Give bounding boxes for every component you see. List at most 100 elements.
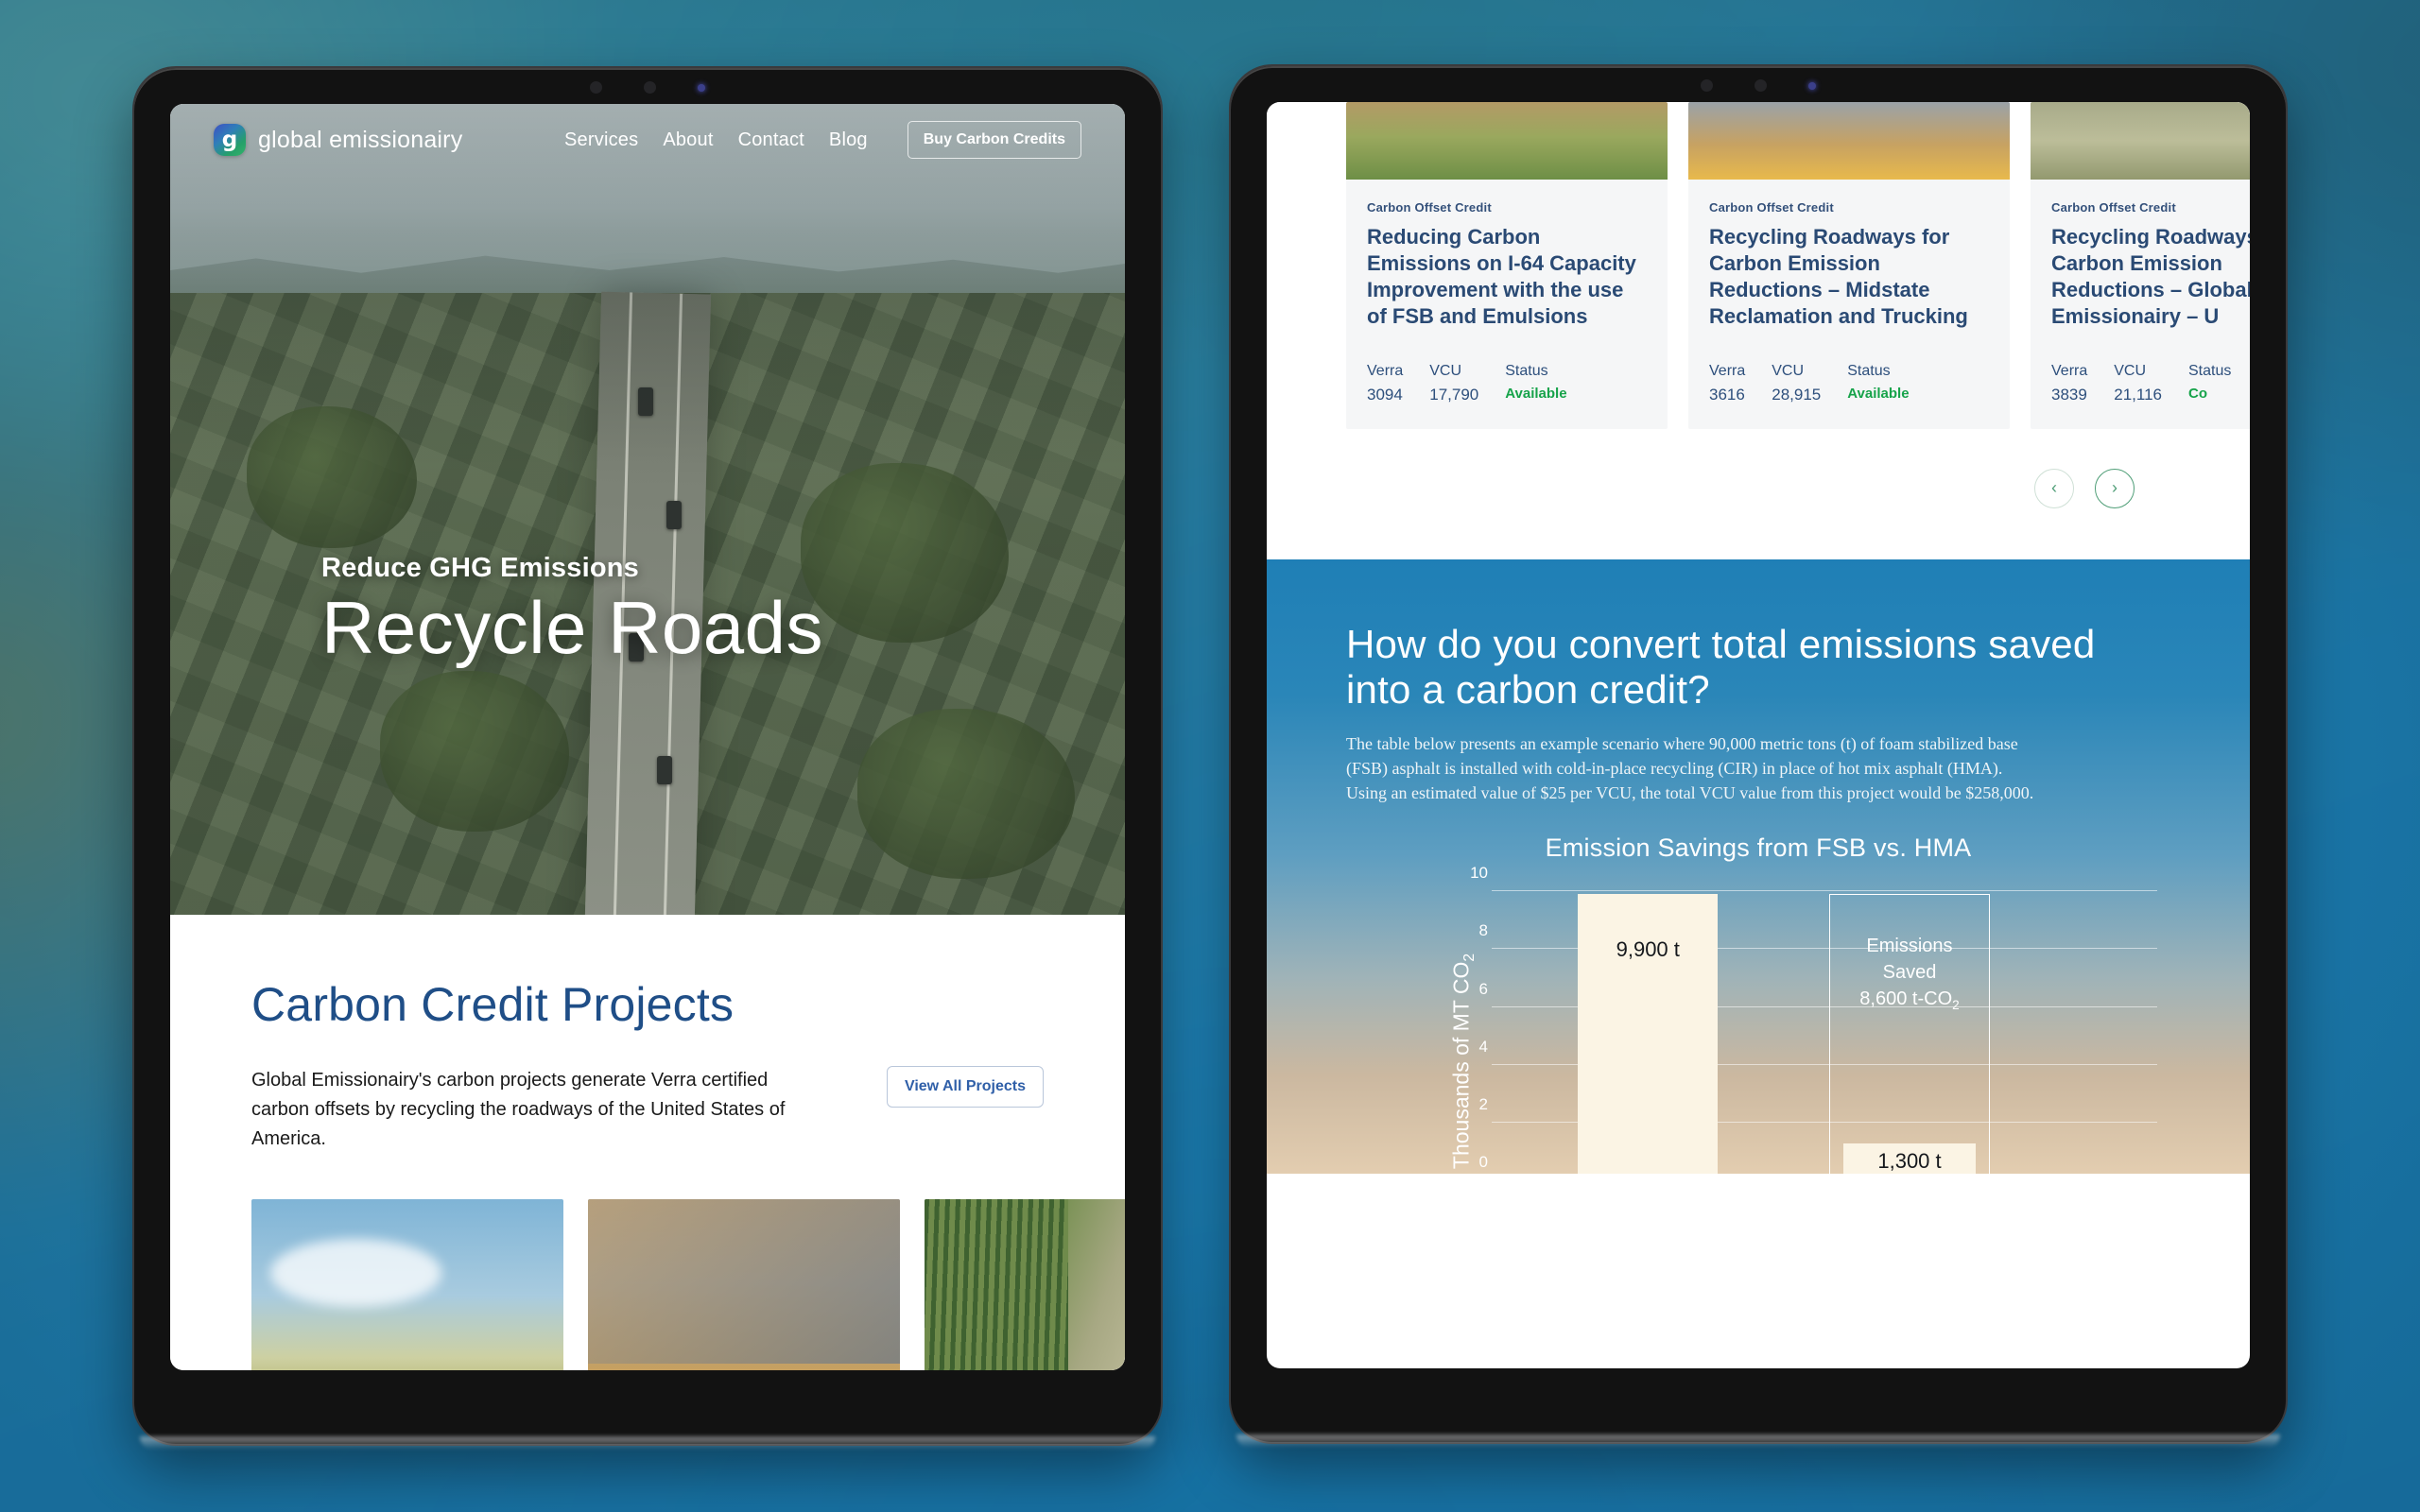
site-navbar: g global emissionairy Services About Con… — [170, 104, 1125, 176]
meta-label: Status — [1505, 362, 1548, 379]
project-card-body: Carbon Offset Credit Recycling Roadways … — [1688, 180, 2010, 429]
status-badge: Available — [1505, 385, 1567, 402]
status-led — [698, 83, 705, 92]
hero-section: g global emissionairy Services About Con… — [170, 104, 1125, 915]
project-card-title: Reducing Carbon Emissions on I-64 Capaci… — [1367, 225, 1636, 329]
emission-savings-chart: Emission Savings from FSB vs. HMA Thousa… — [1346, 833, 2170, 1174]
project-card-title: Recycling Roadways for Carbon Emission R… — [1709, 225, 1968, 329]
project-card-strip: Carbon Offset Credit Reducing Carbon Emi… — [1267, 102, 2250, 429]
chart-annotation-emissions-saved: Emissions Saved 8,600 t-CO2 — [1830, 933, 1989, 1014]
meta-label: Verra — [1367, 362, 1404, 379]
carousel-prev-icon[interactable]: ‹ — [2034, 468, 2074, 508]
project-card-meta: Verra 3094 VCU 17,790 Status Available — [1367, 363, 1647, 404]
page-title: Carbon Credit Projects — [251, 978, 735, 1031]
meta-vcu: VCU 21,116 — [2114, 363, 2162, 404]
chart-y-tick: 0 — [1478, 1153, 1488, 1172]
project-card-image — [1346, 102, 1668, 180]
bezel-sensors-left — [590, 81, 705, 94]
nav-item-contact[interactable]: Contact — [738, 129, 804, 151]
chart-gridline — [1492, 890, 2157, 892]
project-card-meta: Verra 3616 VCU 28,915 Status Available — [1709, 363, 1989, 404]
tablet-device-right: Carbon Offset Credit Reducing Carbon Emi… — [1229, 64, 2288, 1444]
meta-value: 3616 — [1709, 385, 1745, 404]
project-thumbnail[interactable] — [588, 1199, 900, 1370]
carbon-credit-projects-section: Carbon Credit Projects Global Emissionai… — [170, 915, 1125, 1370]
logo-icon: g — [214, 124, 246, 156]
annotation-line-3: 8,600 t-CO2 — [1859, 988, 1960, 1013]
meta-value: 3094 — [1367, 385, 1403, 404]
project-thumbnail[interactable] — [925, 1199, 1125, 1370]
chart-bar-value-hma: 9,900 t — [1616, 937, 1680, 962]
hero-overlay — [170, 104, 1125, 915]
project-card-kicker: Carbon Offset Credit — [1367, 200, 1492, 215]
chart-y-tick: 4 — [1478, 1037, 1488, 1056]
carousel-next-icon[interactable]: › — [2095, 468, 2135, 508]
project-card-body: Carbon Offset Credit Recycling Roadways … — [2031, 180, 2250, 429]
meta-status: Status Co — [2188, 363, 2231, 404]
annotation-line-2: Saved — [1882, 962, 1937, 984]
projects-description: Global Emissionairy's carbon projects ge… — [251, 1070, 786, 1149]
chart-bar-fsb: 1,300 t — [1842, 1143, 1977, 1174]
project-card-kicker: Carbon Offset Credit — [2051, 200, 2176, 215]
meta-status: Status Available — [1847, 363, 1909, 404]
meta-label: VCU — [1429, 362, 1462, 379]
view-all-projects-button[interactable]: View All Projects — [886, 1066, 1044, 1108]
tablet-screen-left: g global emissionairy Services About Con… — [170, 104, 1125, 1370]
brand-name: global emissionairy — [258, 126, 463, 153]
nav-links: Services About Contact Blog Buy Carbon C… — [564, 121, 1081, 159]
panel-title: How do you convert total emissions saved… — [1346, 621, 2096, 713]
project-thumbnail-row — [170, 1154, 1125, 1370]
carousel-nav: ‹ › — [1267, 429, 2250, 559]
nav-item-blog[interactable]: Blog — [829, 129, 868, 151]
meta-vcu: VCU 17,790 — [1429, 363, 1478, 404]
meta-verra: Verra 3616 — [1709, 363, 1745, 404]
projects-intro-row: Global Emissionairy's carbon projects ge… — [170, 1032, 1125, 1154]
meta-value: 17,790 — [1429, 385, 1479, 404]
hero-title: Recycle Roads — [321, 586, 824, 670]
status-badge: Co — [2187, 385, 2207, 402]
meta-label: VCU — [1772, 362, 1805, 379]
chart-plot-area: Thousands of MT CO2 0 2 4 6 8 10 9,900 t Emissi… — [1346, 864, 2170, 1174]
hero-copy: Reduce GHG Emissions Recycle Roads — [321, 553, 823, 667]
camera-dot — [1701, 79, 1713, 92]
project-card[interactable]: Carbon Offset Credit Recycling Roadways … — [2031, 102, 2250, 429]
chart-y-tick: 10 — [1470, 864, 1488, 883]
meta-vcu: VCU 28,915 — [1772, 363, 1821, 404]
annotation-line-1: Emissions — [1866, 936, 1953, 957]
meta-status: Status Available — [1505, 363, 1566, 404]
hero-kicker: Reduce GHG Emissions — [321, 553, 639, 584]
meta-value: 3839 — [2051, 385, 2087, 404]
nav-item-about[interactable]: About — [663, 129, 713, 151]
chart-title: Emission Savings from FSB vs. HMA — [1545, 833, 1972, 863]
brand-logo[interactable]: g global emissionairy — [214, 124, 462, 156]
project-card-image — [1688, 102, 2010, 180]
chart-plot: 0 2 4 6 8 10 9,900 t Emissions Saved 8,600 t-CO2 1… — [1460, 864, 2157, 1174]
project-thumbnail[interactable] — [251, 1199, 563, 1370]
status-badge: Available — [1847, 385, 1910, 402]
panel-paragraph: The table below presents an example scen… — [1346, 734, 2034, 802]
meta-verra: Verra 3839 — [2051, 363, 2087, 404]
chart-y-tick: 6 — [1478, 979, 1488, 998]
meta-label: Verra — [2051, 362, 2088, 379]
project-card-kicker: Carbon Offset Credit — [1709, 200, 1834, 215]
project-card-body: Carbon Offset Credit Reducing Carbon Emi… — [1346, 180, 1668, 429]
chart-bar-value-fsb: 1,300 t — [1877, 1148, 1942, 1173]
tablet-device-left: g global emissionairy Services About Con… — [132, 66, 1163, 1446]
meta-value: 28,915 — [1772, 385, 1822, 404]
nav-item-services[interactable]: Services — [564, 129, 638, 151]
chart-y-tick: 8 — [1478, 921, 1488, 940]
bezel-sensors-right — [1701, 79, 1816, 92]
carbon-credit-explainer-panel: How do you convert total emissions saved… — [1267, 558, 2250, 1174]
project-card-title: Recycling Roadways for Carbon Emission R… — [2051, 225, 2250, 329]
project-card[interactable]: Carbon Offset Credit Recycling Roadways … — [1688, 102, 2010, 429]
camera-dot — [590, 81, 602, 94]
buy-carbon-credits-button[interactable]: Buy Carbon Credits — [907, 121, 1081, 159]
project-card-image — [2031, 102, 2250, 180]
projects-carousel-section: Carbon Offset Credit Reducing Carbon Emi… — [1267, 102, 2250, 559]
meta-label: Status — [2187, 362, 2232, 379]
chart-emissions-saved-outline: Emissions Saved 8,600 t-CO2 — [1829, 894, 1990, 1174]
project-card-meta: Verra 3839 VCU 21,116 Status Co — [2051, 363, 2250, 404]
sensor-dot — [1754, 79, 1767, 92]
chart-bar-hma: 9,900 t — [1578, 894, 1719, 1174]
project-card[interactable]: Carbon Offset Credit Reducing Carbon Emi… — [1346, 102, 1668, 429]
